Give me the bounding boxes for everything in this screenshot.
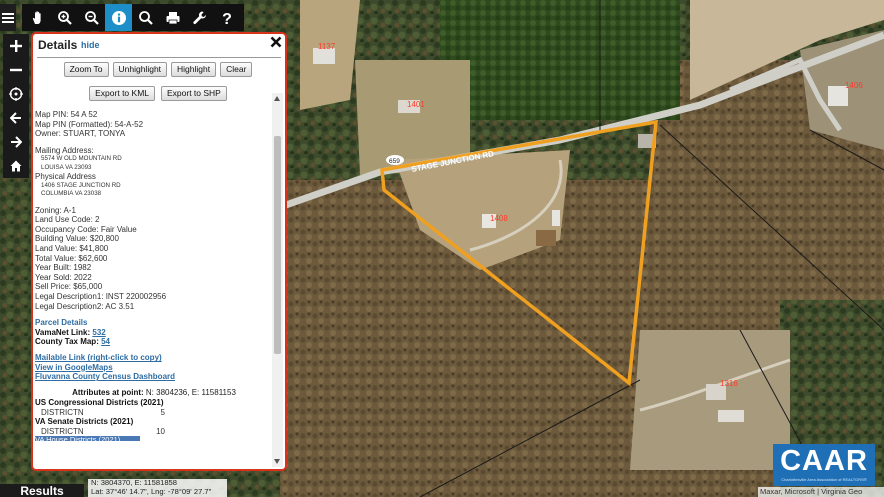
coordinate-readout: N: 3804370, E: 11581858 Lat: 37°46' 14.7… (88, 479, 227, 497)
map-pin: Map PIN: 54 A 52 (35, 110, 98, 119)
zoom-in-plus-icon[interactable] (3, 34, 29, 58)
scroll-up-arrow-icon[interactable] (274, 96, 280, 101)
mailing-address-line2: LOUISA VA 23093 (41, 163, 92, 171)
google-maps-link-text[interactable]: View in GoogleMaps (35, 363, 113, 372)
zoom-in-icon[interactable] (51, 4, 78, 31)
help-icon[interactable]: ? (213, 4, 240, 31)
mailing-address-label: Mailing Address: (35, 145, 94, 155)
scroll-down-arrow-icon[interactable] (274, 459, 280, 464)
zoom-out-minus-icon[interactable] (3, 58, 29, 82)
district-row: DISTRICTN 10 (35, 427, 273, 436)
hide-link[interactable]: hide (81, 40, 100, 50)
address-label-1137: 1137 (318, 42, 336, 51)
census-dashboard-link-text[interactable]: Fluvanna County Census Dashboard (35, 372, 175, 381)
full-extent-icon[interactable] (3, 82, 29, 106)
vamanet-link[interactable]: 532 (92, 328, 105, 337)
year-sold: Year Sold: 2022 (35, 272, 92, 282)
sell-price: Sell Price: $65,000 (35, 282, 103, 292)
district-name: US Congressional Districts (2021) (35, 397, 164, 407)
vamanet-link-row: VamaNet Link: 532 (35, 328, 273, 337)
caar-logo-subtitle: Charlottesville Area Association of REAL… (781, 477, 867, 482)
pan-hand-icon[interactable] (24, 4, 51, 31)
mailable-link[interactable]: Mailable Link (right-click to copy) (35, 353, 273, 362)
address-label-1408: 1408 (490, 214, 508, 223)
occupancy-code: Occupancy Code: Fair Value (35, 224, 137, 234)
button-row-primary: Zoom To Unhighlight Highlight Clear (33, 62, 283, 77)
wrench-icon[interactable] (186, 4, 213, 31)
attributes-header: Attributes at point: N: 3804236, E: 1158… (35, 388, 273, 398)
mailing-address-line1: 5574 W OLD MOUNTAIN RD (41, 155, 122, 163)
forward-arrow-icon[interactable] (3, 130, 29, 154)
mailable-link-text[interactable]: Mailable Link (right-click to copy) (35, 353, 162, 362)
total-value: Total Value: $62,600 (35, 253, 108, 263)
info-icon[interactable] (105, 4, 132, 31)
legal-description-2: Legal Description2: AC 3.51 (35, 301, 135, 311)
panel-content[interactable]: Map PIN: 54 A 52 Map PIN (Formatted): 54… (35, 110, 273, 467)
print-icon[interactable] (159, 4, 186, 31)
district-value: 5 (160, 407, 165, 417)
panel-header: Details hide (33, 34, 285, 56)
county-tax-map-link[interactable]: 54 (101, 337, 110, 346)
close-icon[interactable] (269, 35, 283, 49)
address-label-1316: 1316 (720, 379, 738, 388)
county-tax-map-label: County Tax Map: (35, 336, 99, 346)
export-shp-button[interactable]: Export to SHP (161, 86, 227, 101)
search-icon[interactable] (132, 4, 159, 31)
attributes-label: Attributes at point: (72, 387, 144, 397)
district-row: DISTRICTN 5 (35, 408, 273, 417)
results-tab[interactable]: Results (0, 484, 84, 497)
map-navigation (3, 34, 29, 178)
census-dashboard-link[interactable]: Fluvanna County Census Dashboard (35, 372, 273, 381)
top-toolbar: ? (0, 4, 244, 31)
year-built: Year Built: 1982 (35, 263, 92, 273)
district-key: DISTRICTN (41, 407, 84, 417)
attributes-coords: N: 3804236, E: 11581153 (145, 387, 236, 397)
parcel-info: Map PIN: 54 A 52 Map PIN (Formatted): 54… (35, 110, 273, 311)
parcel-details-link[interactable]: Parcel Details (35, 318, 273, 327)
physical-address-line2: COLUMBIA VA 23038 (41, 190, 102, 198)
export-kml-button[interactable]: Export to KML (89, 86, 155, 101)
panel-title: Details (38, 38, 78, 52)
district-value: 10 (156, 426, 165, 436)
panel-scrollbar[interactable] (272, 93, 283, 467)
district-name-cutoff: VA House Districts (2021) (35, 435, 140, 441)
vamanet-label: VamaNet Link: (35, 327, 91, 337)
building-value: Building Value: $20,800 (35, 234, 119, 244)
physical-address-label: Physical Address (35, 172, 96, 182)
route-shield-label: 659 (389, 158, 400, 165)
zoom-out-icon[interactable] (78, 4, 105, 31)
land-use-code: Land Use Code: 2 (35, 215, 100, 225)
district-key: DISTRICTN (41, 426, 84, 436)
address-label-1406: 1406 (845, 81, 863, 90)
panel-divider (37, 57, 281, 58)
district-name: VA Senate Districts (2021) (35, 416, 134, 426)
legal-description-1: Legal Description1: INST 220002956 (35, 291, 167, 301)
county-tax-map-row: County Tax Map: 54 (35, 337, 273, 346)
caar-logo[interactable]: CAAR Charlottesville Area Association of… (773, 444, 875, 486)
unhighlight-button[interactable]: Unhighlight (112, 62, 168, 77)
svg-text:?: ? (222, 11, 232, 26)
hamburger-menu-icon[interactable] (0, 4, 16, 31)
map-attribution: Maxar, Microsoft | Virginia Geo (758, 487, 884, 497)
details-panel: Details hide Zoom To Unhighlight Highlig… (31, 32, 287, 471)
caar-logo-text: CAAR (780, 445, 868, 477)
home-icon[interactable] (3, 154, 29, 178)
google-maps-link[interactable]: View in GoogleMaps (35, 363, 273, 372)
clear-button[interactable]: Clear (220, 62, 253, 77)
scroll-thumb[interactable] (274, 136, 281, 354)
back-arrow-icon[interactable] (3, 106, 29, 130)
map-pin-formatted: Map PIN (Formatted): 54-A-52 (35, 119, 144, 129)
land-value: Land Value: $41,800 (35, 243, 109, 253)
owner: Owner: STUART, TONYA (35, 129, 126, 139)
coordinate-lat-lng: Lat: 37°46' 14.7", Lng: -78°09' 27.7" (91, 486, 212, 496)
button-row-export: Export to KML Export to SHP (33, 86, 283, 101)
highlight-button[interactable]: Highlight (171, 62, 217, 77)
zoom-to-button[interactable]: Zoom To (63, 62, 109, 77)
address-label-1401: 1401 (407, 100, 425, 109)
zoning: Zoning: A-1 (35, 205, 76, 215)
physical-address-line1: 1406 STAGE JUNCTION RD (41, 181, 121, 189)
